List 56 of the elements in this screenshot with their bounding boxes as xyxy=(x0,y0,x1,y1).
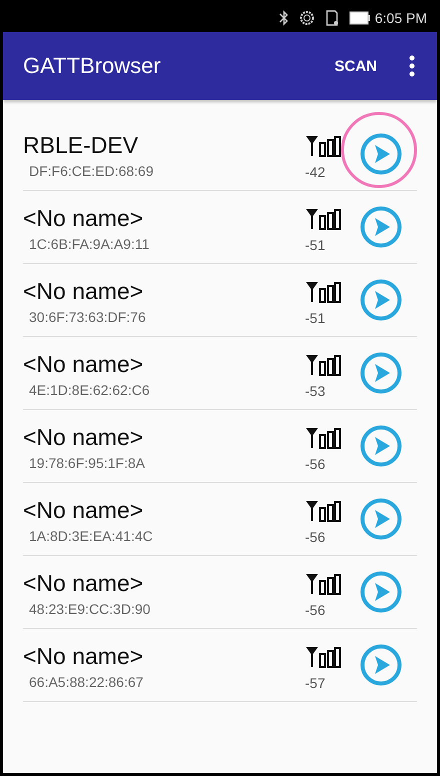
rssi-value: -53 xyxy=(305,383,326,399)
bluetooth-icon xyxy=(278,10,289,26)
device-row[interactable]: <No name> 4E:1D:8E:62:62:C6 -53 xyxy=(23,337,417,410)
rssi-value: -56 xyxy=(305,529,326,545)
rssi-value: -56 xyxy=(305,456,326,472)
gear-icon xyxy=(298,10,315,26)
device-address: 48:23:E9:CC:3D:90 xyxy=(29,600,152,616)
device-name: <No name> xyxy=(23,424,144,450)
clock-time: 6:05 PM xyxy=(374,10,427,26)
device-address: 1A:8D:3E:EA:41:4C xyxy=(29,528,154,544)
device-address: DF:F6:CE:ED:68:69 xyxy=(29,162,154,178)
connect-button[interactable] xyxy=(359,424,403,468)
device-address: 66:A5:88:22:86:67 xyxy=(29,674,144,690)
device-row[interactable]: RBLE-DEV DF:F6:CE:ED:68:69 -42 xyxy=(23,118,417,191)
device-name: <No name> xyxy=(23,350,144,378)
device-name: RBLE-DEV xyxy=(23,132,140,158)
app-title: GATTBrowser xyxy=(23,53,162,79)
rssi-value: -56 xyxy=(305,602,326,618)
battery-icon xyxy=(348,10,371,24)
device-row[interactable]: <No name> 1A:8D:3E:EA:41:4C -56 xyxy=(23,483,417,556)
connect-button[interactable] xyxy=(359,570,403,614)
signal-icon xyxy=(305,280,341,304)
device-address: 4E:1D:8E:62:62:C6 xyxy=(29,382,151,398)
connect-button[interactable] xyxy=(359,643,403,687)
rssi-value: -51 xyxy=(305,237,326,253)
device-name: <No name> xyxy=(23,642,144,670)
signal-icon xyxy=(305,572,341,596)
device-name: <No name> xyxy=(23,204,144,232)
connect-button[interactable] xyxy=(359,205,403,249)
device-row[interactable]: <No name> 48:23:E9:CC:3D:90 -56 xyxy=(23,556,417,629)
device-row[interactable]: <No name> 1C:6B:FA:9A:A9:11 -51 xyxy=(23,191,417,264)
rssi-value: -42 xyxy=(305,164,326,180)
connect-button[interactable] xyxy=(359,132,403,176)
signal-icon xyxy=(305,134,341,158)
connect-button[interactable] xyxy=(359,278,403,322)
device-address: 19:78:6F:95:1F:8A xyxy=(29,454,146,470)
device-row[interactable]: <No name> 30:6F:73:63:DF:76 -51 xyxy=(23,264,417,337)
connect-button[interactable] xyxy=(359,351,403,395)
device-address: 1C:6B:FA:9A:A9:11 xyxy=(29,236,150,252)
device-row[interactable]: <No name> 66:A5:88:22:86:67 -57 xyxy=(23,629,417,702)
rssi-value: -51 xyxy=(305,310,326,326)
device-address: 30:6F:73:63:DF:76 xyxy=(29,308,147,324)
signal-icon xyxy=(305,353,341,377)
signal-icon xyxy=(305,207,341,231)
scan-button[interactable]: SCAN xyxy=(328,52,383,80)
more-options-icon[interactable] xyxy=(407,53,417,79)
signal-icon xyxy=(305,645,341,669)
sd-card-icon xyxy=(324,10,339,26)
rssi-value: -57 xyxy=(305,675,326,691)
signal-icon xyxy=(305,499,341,523)
connect-button[interactable] xyxy=(359,497,403,541)
device-name: <No name> xyxy=(23,570,144,596)
signal-icon xyxy=(305,426,341,450)
device-row[interactable]: <No name> 19:78:6F:95:1F:8A -56 xyxy=(23,410,417,483)
device-name: <No name> xyxy=(23,278,144,304)
device-name: <No name> xyxy=(23,496,144,524)
